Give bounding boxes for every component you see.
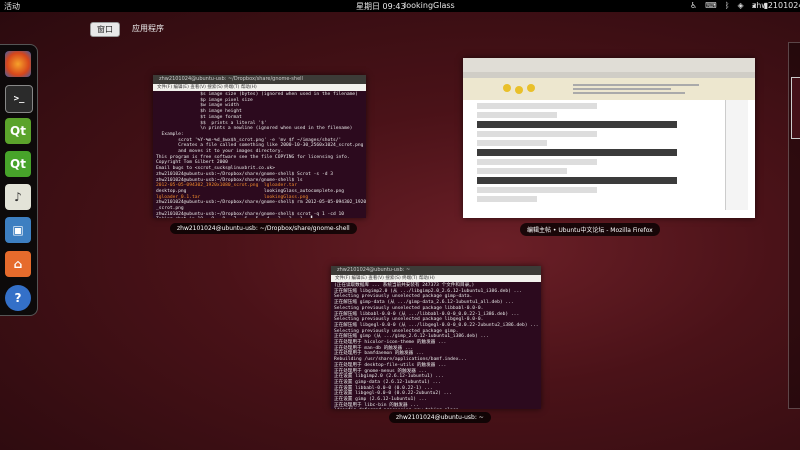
workspace-switcher[interactable]	[788, 42, 800, 409]
app-menu[interactable]: lookingGlass	[404, 1, 455, 10]
top-bar: 活动 星期日 09:43 lookingGlass ♿ ⌨ ᛒ ◈ ◂ ▮ zh…	[0, 0, 800, 12]
terminal-output[interactable]: $s image size (bytes) (ignored when used…	[153, 91, 366, 218]
terminal-icon[interactable]: >_	[5, 85, 33, 113]
clock[interactable]: 星期日 09:43	[356, 1, 406, 12]
terminal-window-home[interactable]: zhw2101024@ubuntu-usb: ~ 文件(F) 编辑(E) 查看(…	[331, 266, 541, 409]
firefox-icon[interactable]	[5, 51, 31, 77]
rhythmbox-icon[interactable]: ♪	[5, 184, 31, 210]
terminal-line: $s image size (bytes) (ignored when used…	[156, 92, 358, 97]
view-selector: 窗口 应用程序	[90, 22, 170, 37]
window-caption: zhw2101024@ubuntu-usb: ~/Dropbox/share/g…	[170, 223, 357, 234]
windows-view-button[interactable]: 窗口	[90, 22, 120, 37]
post-form	[477, 100, 677, 210]
terminal-line: Taking shot in 10.. 9.. 8.. 7.. 6.. 5.. …	[156, 217, 363, 218]
qt-creator-icon[interactable]: Qt	[5, 151, 31, 177]
applications-view-button[interactable]: 应用程序	[126, 22, 170, 37]
user-menu[interactable]: zhw2101024	[752, 1, 800, 10]
window-menubar: 文件(F) 编辑(E) 查看(V) 搜索(S) 终端(T) 帮助(H)	[331, 275, 541, 282]
terminal-line: 正在解压缩 gimp-data (从 .../gimp-data_2.6.12-…	[334, 300, 514, 306]
terminal-line: zhw2101024@ubuntu-usb:~/Dropbox/share/gn…	[156, 171, 334, 177]
forum-editor-page	[463, 100, 755, 218]
window-caption: 编辑主帖 • Ubuntu中文论坛 - Mozilla Firefox	[520, 223, 660, 236]
window-caption: zhw2101024@ubuntu-usb: ~	[389, 412, 491, 423]
bluetooth-icon[interactable]: ᛒ	[725, 1, 730, 10]
home-folder-icon[interactable]: ⌂	[5, 251, 31, 277]
activities-button[interactable]: 活动	[4, 1, 20, 12]
window-titlebar: zhw2101024@ubuntu-usb: ~	[331, 266, 541, 275]
terminal-line: \n prints a newline (ignored when used i…	[156, 126, 353, 132]
terminal-window-gnome-shell[interactable]: zhw2101024@ubuntu-usb: ~/Dropbox/share/g…	[153, 75, 366, 218]
window-titlebar: zhw2101024@ubuntu-usb: ~/Dropbox/share/g…	[153, 75, 366, 84]
terminal-line: ldconfig deferred processing now taking …	[334, 408, 538, 409]
network-icon[interactable]: ◈	[738, 1, 744, 10]
workspace-thumbnail[interactable]	[791, 77, 800, 139]
accessibility-icon[interactable]: ♿	[690, 1, 697, 10]
help-icon[interactable]: ?	[5, 285, 31, 311]
window-menubar: 文件(F) 编辑(E) 查看(V) 搜索(S) 终端(T) 帮助(H)	[153, 84, 366, 91]
qt-designer-icon[interactable]: Qt	[5, 118, 31, 144]
dash: >_ Qt Qt ♪ ▣ ⌂ ?	[0, 44, 38, 316]
forum-banner	[463, 78, 755, 100]
terminal-line: zhw2101024@ubuntu-usb:~/Dropbox/share/gn…	[156, 200, 366, 206]
terminal-output[interactable]: (正在读取数据库 ... 系统当前共安装有 247373 个文件和目录。) 正在解…	[331, 282, 541, 409]
firefox-toolbar	[463, 58, 755, 72]
terminal-line: desktop.png lookingGlass_autocomplete.pn…	[156, 188, 345, 194]
photos-icon[interactable]: ▣	[5, 217, 31, 243]
terminal-line: 正在解压缩 libgegl-0.0-0 (从 .../libgegl-0.0-0…	[334, 322, 539, 328]
color-palette-panel	[725, 100, 748, 210]
keyboard-icon[interactable]: ⌨	[705, 1, 717, 10]
firefox-window[interactable]	[463, 58, 755, 218]
